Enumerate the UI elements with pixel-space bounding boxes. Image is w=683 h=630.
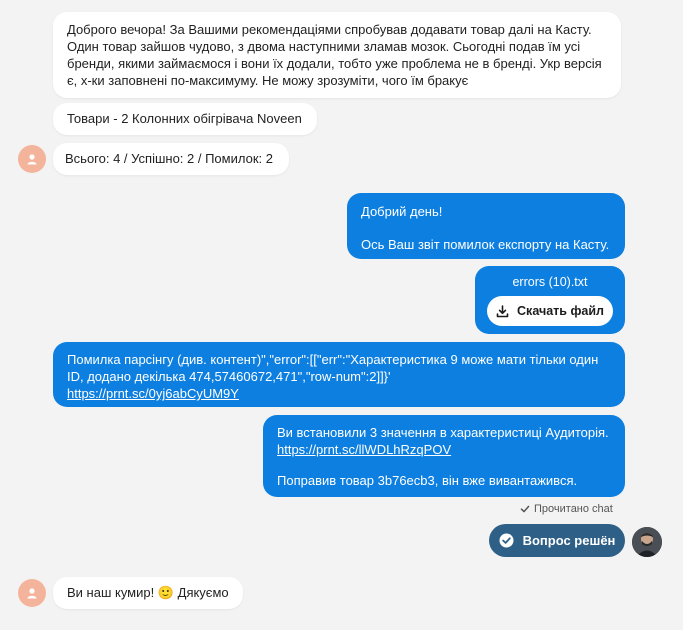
check-icon bbox=[520, 505, 530, 513]
outgoing-message: Ви встановили 3 значення в характеристиц… bbox=[263, 415, 625, 497]
agent-photo bbox=[632, 527, 662, 557]
user-avatar bbox=[18, 145, 46, 173]
message-text: Всього: 4 / Успішно: 2 / Помилок: 2 bbox=[65, 151, 273, 166]
message-text: Добрий день! bbox=[361, 204, 443, 219]
read-status: Прочитано chat bbox=[520, 503, 613, 515]
agent-avatar bbox=[632, 527, 662, 557]
person-icon bbox=[27, 588, 37, 599]
message-text: Поправив товар 3b76ecb3, він вже виванта… bbox=[277, 473, 578, 488]
file-name: errors (10).txt bbox=[512, 275, 588, 289]
incoming-message: Всього: 4 / Успішно: 2 / Помилок: 2 bbox=[53, 143, 289, 175]
screenshot-link[interactable]: https://prnt.sc/0yj6abCyUM9Y bbox=[67, 386, 239, 401]
check-circle-icon bbox=[499, 533, 514, 548]
download-file-button[interactable]: Скачать файл bbox=[487, 296, 613, 326]
screenshot-link[interactable]: https://prnt.sc/llWDLhRzqPOV bbox=[277, 442, 451, 457]
message-text: Ви встановили 3 значення в характеристиц… bbox=[277, 425, 609, 440]
message-text: Товари - 2 Колонних обігрівача Noveen bbox=[67, 111, 302, 126]
question-resolved-button[interactable]: Вопрос решён bbox=[489, 524, 625, 557]
user-avatar bbox=[18, 579, 46, 607]
person-icon bbox=[27, 154, 37, 165]
message-text: Ось Ваш звіт помилок експорту на Касту. bbox=[361, 237, 610, 252]
download-label: Скачать файл bbox=[517, 304, 604, 318]
resolved-label: Вопрос решён bbox=[522, 533, 616, 548]
incoming-message: Ви наш кумир! 🙂 Дякуємо bbox=[53, 577, 243, 609]
message-text: Помилка парсінгу (див. контент)","error"… bbox=[67, 352, 599, 384]
incoming-message: Доброго вечора! За Вашими рекомендаціями… bbox=[53, 12, 621, 98]
outgoing-message: Добрий день! Ось Ваш звіт помилок експор… bbox=[347, 193, 625, 259]
read-status-text: Прочитано chat bbox=[534, 503, 613, 515]
outgoing-message: Помилка парсінгу (див. контент)","error"… bbox=[53, 342, 625, 407]
message-text: Доброго вечора! За Вашими рекомендаціями… bbox=[67, 22, 602, 88]
message-text: Ви наш кумир! 🙂 Дякуємо bbox=[67, 585, 229, 600]
incoming-message: Товари - 2 Колонних обігрівача Noveen bbox=[53, 103, 317, 135]
download-icon bbox=[496, 304, 509, 317]
